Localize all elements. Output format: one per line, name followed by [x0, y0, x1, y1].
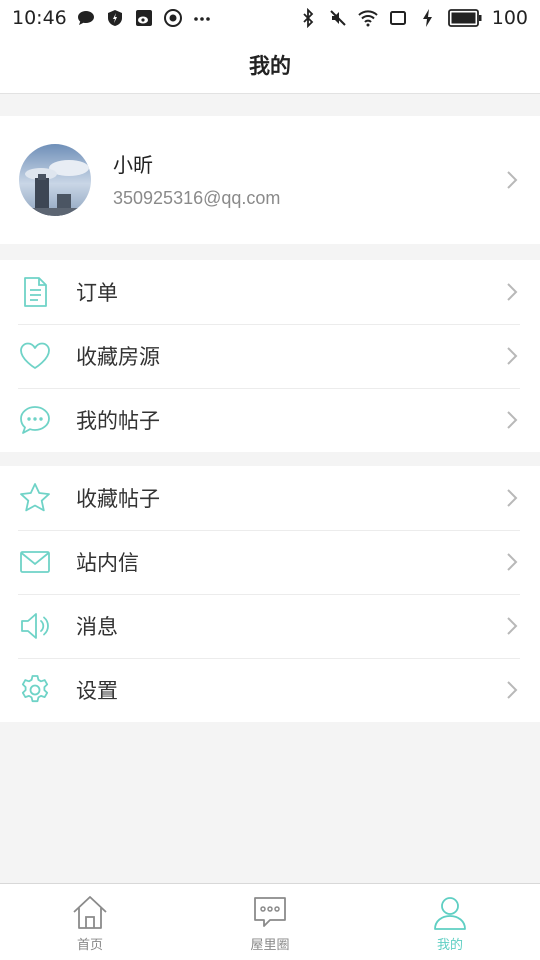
tab-label: 我的 [436, 938, 463, 953]
more-notifications-icon [192, 8, 212, 28]
menu-item-label: 收藏房源 [76, 345, 160, 369]
page-title: 我的 [249, 53, 291, 78]
heart-icon [18, 339, 52, 373]
chevron-right-icon [506, 488, 518, 508]
menu-item-label: 站内信 [76, 551, 139, 575]
status-bar: 10:46 100 [0, 0, 540, 36]
bluetooth-icon [298, 8, 318, 28]
charging-icon [418, 8, 438, 28]
menu-item-settings[interactable]: 设置 [0, 658, 540, 722]
home-icon [70, 893, 110, 931]
gear-icon [18, 673, 52, 707]
message-icon [250, 893, 290, 931]
chevron-right-icon [506, 410, 518, 430]
chat-notification-icon [76, 8, 96, 28]
shield-notification-icon [105, 8, 125, 28]
navigation-bar: 我的 [0, 36, 540, 94]
menu-item-label: 订单 [76, 281, 118, 305]
mail-icon [18, 545, 52, 579]
menu-item-messages[interactable]: 消息 [0, 594, 540, 658]
tab-home[interactable]: 首页 [0, 884, 180, 960]
menu-group-settings: 收藏帖子 站内信 消息 设置 [0, 466, 540, 722]
profile-email: 350925316@qq.com [113, 187, 281, 208]
star-icon [18, 481, 52, 515]
profile-name: 小昕 [113, 152, 153, 177]
bottom-tab-bar: 首页 屋里圈 我的 [0, 883, 540, 960]
menu-item-label: 消息 [76, 615, 118, 639]
menu-item-orders[interactable]: 订单 [0, 260, 540, 324]
menu-item-favorite-posts[interactable]: 收藏帖子 [0, 466, 540, 530]
chat-bubble-icon [18, 403, 52, 437]
avatar[interactable] [19, 144, 91, 216]
chevron-right-icon [506, 346, 518, 366]
chevron-right-icon [506, 552, 518, 572]
profile-card[interactable]: 小昕 350925316@qq.com [0, 116, 540, 244]
weibo-notification-icon [134, 8, 154, 28]
menu-item-favorite-listings[interactable]: 收藏房源 [0, 324, 540, 388]
menu-item-label: 我的帖子 [76, 409, 160, 433]
screen-icon [388, 8, 408, 28]
chevron-right-icon [506, 616, 518, 636]
chevron-right-icon [506, 680, 518, 700]
tab-community[interactable]: 屋里圈 [180, 884, 360, 960]
menu-group-orders: 订单 收藏房源 我的帖子 [0, 260, 540, 452]
chevron-right-icon [506, 170, 518, 190]
user-icon [430, 893, 470, 931]
battery-level: 100 [491, 7, 528, 29]
tab-label: 首页 [76, 938, 103, 953]
tab-mine[interactable]: 我的 [360, 884, 540, 960]
mute-icon [328, 8, 348, 28]
app-notification-icon [163, 8, 183, 28]
menu-item-label: 收藏帖子 [76, 487, 160, 511]
tab-label: 屋里圈 [250, 938, 290, 953]
chevron-right-icon [506, 282, 518, 302]
menu-item-inbox[interactable]: 站内信 [0, 530, 540, 594]
menu-item-label: 设置 [76, 679, 118, 703]
battery-icon [447, 9, 482, 27]
speaker-icon [18, 609, 52, 643]
document-icon [18, 275, 52, 309]
wifi-icon [358, 8, 378, 28]
status-time: 10:46 [12, 7, 67, 29]
menu-item-my-posts[interactable]: 我的帖子 [0, 388, 540, 452]
